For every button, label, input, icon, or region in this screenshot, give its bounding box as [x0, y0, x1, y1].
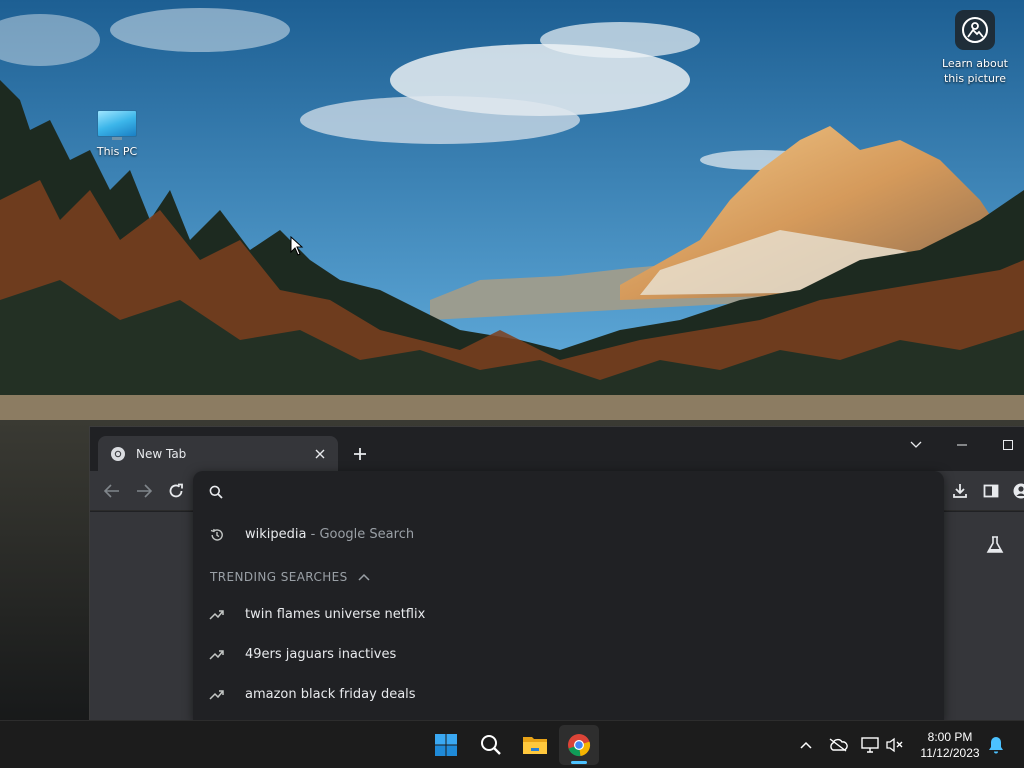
tab-close-icon[interactable]	[312, 446, 328, 462]
labs-button[interactable]	[982, 532, 1008, 558]
maximize-icon	[1003, 440, 1013, 450]
downloads-button[interactable]	[946, 477, 974, 505]
system-clock[interactable]: 8:00 PM 11/12/2023	[912, 729, 988, 761]
file-explorer-button[interactable]	[515, 725, 555, 765]
tab-title: New Tab	[136, 446, 187, 461]
plus-icon	[354, 448, 366, 460]
flask-icon	[986, 536, 1004, 553]
reload-icon	[169, 483, 183, 498]
chrome-taskbar-button[interactable]	[559, 725, 599, 765]
suggestion-text: 49ers jaguars inactives	[245, 646, 397, 662]
download-icon	[953, 484, 967, 498]
bell-icon	[989, 737, 1003, 754]
onedrive-offline-icon	[829, 738, 848, 752]
chevron-up-icon	[358, 570, 372, 584]
suggestion-text: wikipedia - Google Search	[245, 527, 414, 542]
notifications-button[interactable]	[986, 735, 1006, 755]
address-bar-input[interactable]	[237, 479, 927, 503]
minimize-button[interactable]	[947, 433, 977, 457]
clock-time: 8:00 PM	[927, 730, 973, 744]
spotlight-label: Learn about this picture	[942, 56, 1008, 86]
chevron-up-icon	[800, 741, 812, 749]
arrow-right-icon	[137, 484, 152, 498]
desktop-icon-label: This PC	[96, 145, 138, 158]
desktop-icon-this-pc[interactable]: This PC	[88, 108, 146, 158]
trending-header-label: TRENDING SEARCHES	[210, 570, 348, 584]
onedrive-tray-button[interactable]	[828, 735, 848, 755]
tab-new-tab[interactable]: New Tab	[98, 436, 338, 471]
volume-tray-button[interactable]	[885, 735, 905, 755]
suggestion-trending-2[interactable]: 49ers jaguars inactives	[193, 634, 944, 674]
back-button[interactable]	[98, 477, 126, 505]
search-icon	[209, 485, 223, 499]
new-tab-button[interactable]	[348, 442, 372, 466]
profile-button[interactable]	[1007, 477, 1024, 505]
trending-icon	[209, 647, 225, 663]
suggestion-history-wikipedia[interactable]: wikipedia - Google Search	[193, 514, 944, 554]
suggestion-trending-3[interactable]: amazon black friday deals	[193, 674, 944, 714]
maximize-button[interactable]	[993, 433, 1023, 457]
suggestion-query: wikipedia	[245, 526, 307, 542]
trending-icon	[209, 607, 225, 623]
title-bar: New Tab	[90, 427, 1024, 471]
active-app-indicator	[571, 761, 587, 764]
side-panel-icon	[983, 484, 999, 498]
omnibox-input-row	[193, 471, 944, 511]
network-tray-button[interactable]	[860, 735, 880, 755]
spotlight-learn-about-picture[interactable]: Learn about this picture	[937, 10, 1013, 86]
clock-date: 11/12/2023	[920, 746, 980, 760]
history-icon	[209, 527, 225, 543]
show-hidden-icons-button[interactable]	[796, 735, 816, 755]
suggestion-source: Google Search	[319, 526, 415, 542]
file-explorer-icon	[523, 737, 547, 754]
tab-search-button[interactable]	[901, 433, 931, 457]
reload-button[interactable]	[162, 477, 190, 505]
trending-icon	[209, 687, 225, 703]
taskbar-search-button[interactable]	[471, 725, 511, 765]
spotlight-label-line1: Learn about	[942, 57, 1008, 70]
arrow-left-icon	[104, 484, 119, 498]
side-panel-button[interactable]	[977, 477, 1005, 505]
chevron-down-icon	[910, 441, 922, 448]
camera-icon	[955, 10, 995, 50]
forward-button[interactable]	[130, 477, 158, 505]
trending-searches-header[interactable]: TRENDING SEARCHES	[210, 568, 372, 586]
minimize-icon	[957, 444, 967, 446]
suggestion-text: amazon black friday deals	[245, 686, 416, 702]
chrome-icon	[568, 734, 591, 757]
mouse-cursor-icon	[290, 236, 304, 256]
chrome-window: New Tab wikipedia - Google Search TRENDI…	[89, 426, 1024, 720]
suggestion-separator: -	[306, 526, 320, 542]
profile-icon	[1013, 483, 1024, 499]
start-button[interactable]	[426, 725, 466, 765]
network-icon	[861, 737, 879, 753]
taskbar: 8:00 PM 11/12/2023	[0, 720, 1024, 768]
windows-start-icon	[435, 734, 457, 756]
chrome-icon	[111, 446, 125, 461]
volume-muted-icon	[886, 737, 903, 753]
monitor-icon	[96, 108, 138, 140]
spotlight-label-line2: this picture	[943, 72, 1006, 85]
suggestion-text: twin flames universe netflix	[245, 606, 426, 622]
search-icon	[481, 735, 501, 755]
suggestion-trending-1[interactable]: twin flames universe netflix	[193, 594, 944, 634]
omnibox-dropdown: wikipedia - Google Search TRENDING SEARC…	[193, 471, 944, 720]
